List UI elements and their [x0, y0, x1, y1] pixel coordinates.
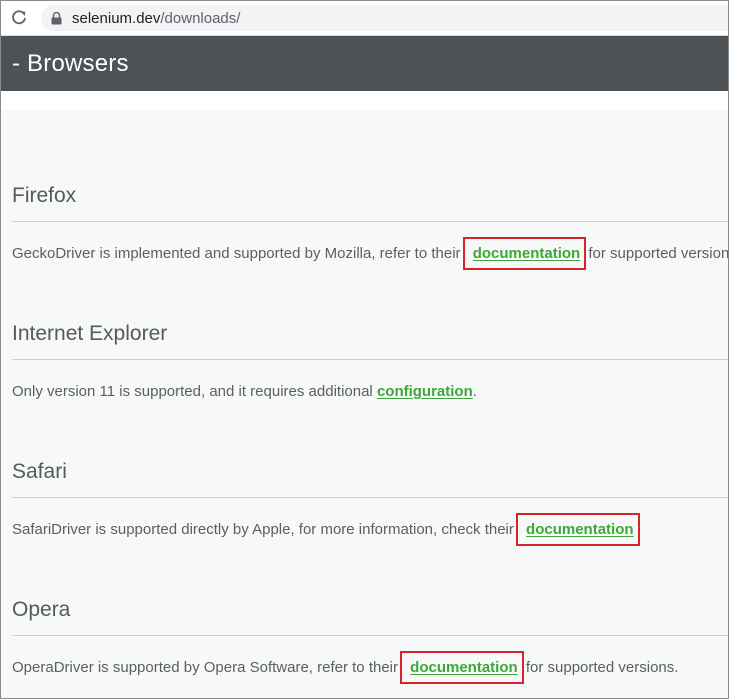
- text-before: SafariDriver is supported directly by Ap…: [12, 521, 519, 538]
- section-opera: Opera OperaDriver is supported by Opera …: [12, 597, 728, 684]
- text-before: OperaDriver is supported by Opera Softwa…: [12, 659, 403, 676]
- url-host: selenium.dev: [72, 9, 161, 27]
- browser-toolbar: selenium.dev/downloads/: [1, 1, 728, 36]
- section-firefox: Firefox GeckoDriver is implemented and s…: [12, 183, 728, 270]
- highlight-box: documentation: [516, 513, 640, 546]
- url-path: /downloads/: [160, 9, 241, 27]
- documentation-link[interactable]: documentation: [526, 521, 634, 538]
- spacer: [1, 91, 728, 110]
- text-before: Only version 11 is supported, and it req…: [12, 383, 377, 400]
- reload-icon[interactable]: [9, 8, 29, 28]
- divider: [12, 221, 728, 222]
- lock-icon: [51, 11, 63, 25]
- highlight-box: documentation: [462, 237, 587, 270]
- configuration-link[interactable]: configuration: [377, 383, 473, 400]
- section-heading: Internet Explorer: [12, 322, 168, 345]
- section-text: OperaDriver is supported by Opera Softwa…: [12, 651, 728, 684]
- page-title: - Browsers: [12, 49, 129, 77]
- divider: [12, 635, 728, 636]
- section-heading: Safari: [12, 460, 67, 483]
- section-safari: Safari SafariDriver is supported directl…: [12, 459, 728, 546]
- divider: [12, 497, 728, 498]
- address-bar[interactable]: selenium.dev/downloads/: [41, 5, 728, 31]
- text-after: for supported versions.: [521, 659, 679, 676]
- page-banner: - Browsers: [1, 36, 728, 91]
- section-text: GeckoDriver is implemented and supported…: [12, 237, 728, 270]
- documentation-link[interactable]: documentation: [410, 659, 518, 676]
- section-internet-explorer: Internet Explorer Only version 11 is sup…: [12, 321, 728, 402]
- text-after: .: [472, 383, 477, 400]
- main-content: Firefox GeckoDriver is implemented and s…: [1, 110, 728, 698]
- section-text: Only version 11 is supported, and it req…: [12, 382, 728, 402]
- text-after: for supported versions.: [584, 245, 728, 262]
- documentation-link[interactable]: documentation: [473, 245, 581, 262]
- section-text: SafariDriver is supported directly by Ap…: [12, 513, 728, 546]
- section-heading: Opera: [12, 598, 71, 621]
- divider: [12, 359, 728, 360]
- highlight-box: documentation: [400, 651, 524, 684]
- section-heading: Firefox: [12, 184, 77, 207]
- text-before: GeckoDriver is implemented and supported…: [12, 245, 465, 262]
- screenshot-frame: selenium.dev/downloads/ - Browsers Firef…: [0, 0, 729, 699]
